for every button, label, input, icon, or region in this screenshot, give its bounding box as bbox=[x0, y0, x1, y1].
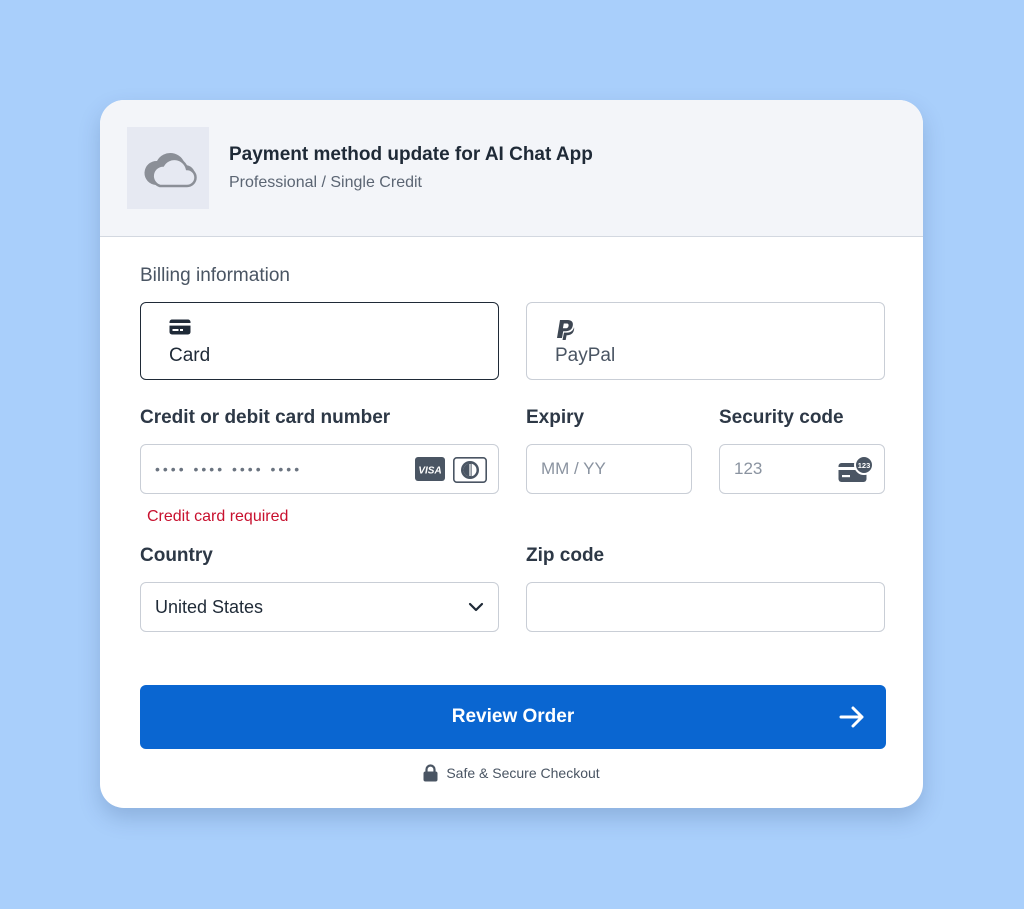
expiry-placeholder: MM / YY bbox=[541, 459, 606, 478]
review-order-label: Review Order bbox=[451, 706, 575, 727]
card-number-error: Credit card required bbox=[147, 508, 289, 525]
app-logo bbox=[127, 127, 209, 209]
country-label: Country bbox=[140, 545, 213, 566]
security-code-icon: 123 bbox=[838, 456, 874, 482]
page-title: Payment method update for AI Chat App bbox=[229, 144, 593, 165]
lock-icon bbox=[423, 764, 438, 782]
plan-subtitle: Professional / Single Credit bbox=[229, 174, 422, 191]
review-order-button[interactable]: Review Order bbox=[140, 685, 886, 749]
expiry-label: Expiry bbox=[526, 407, 585, 428]
card-number-label: Credit or debit card number bbox=[140, 407, 391, 428]
payment-method-paypal[interactable]: PayPal bbox=[526, 302, 885, 380]
security-code-label: Security code bbox=[719, 407, 844, 428]
secure-checkout-note: Safe & Secure Checkout bbox=[100, 764, 923, 782]
security-code-input[interactable]: 123 123 bbox=[719, 444, 885, 494]
payment-method-card[interactable]: Card bbox=[140, 302, 499, 380]
paypal-icon bbox=[557, 320, 575, 340]
credit-card-icon bbox=[169, 319, 191, 335]
country-select[interactable]: United States bbox=[140, 582, 499, 632]
security-code-placeholder: 123 bbox=[734, 459, 763, 478]
card-number-placeholder: •••• •••• •••• •••• bbox=[155, 461, 303, 477]
zip-code-input[interactable] bbox=[526, 582, 885, 632]
chevron-down-icon bbox=[468, 602, 484, 612]
zip-code-label: Zip code bbox=[526, 545, 605, 566]
diners-club-icon bbox=[453, 457, 487, 483]
card-number-input[interactable]: •••• •••• •••• •••• VISA bbox=[140, 444, 499, 494]
arrow-right-icon bbox=[839, 706, 864, 728]
card-header: Payment method update for AI Chat App Pr… bbox=[100, 100, 923, 237]
svg-text:123: 123 bbox=[858, 461, 871, 470]
payment-method-paypal-label: PayPal bbox=[555, 345, 616, 366]
cloud-icon bbox=[144, 152, 197, 188]
country-value: United States bbox=[155, 596, 264, 617]
card-brand-icons: VISA bbox=[415, 457, 487, 483]
expiry-input[interactable]: MM / YY bbox=[526, 444, 692, 494]
payment-card: Payment method update for AI Chat App Pr… bbox=[100, 100, 923, 808]
svg-text:VISA: VISA bbox=[418, 466, 441, 477]
secure-checkout-text: Safe & Secure Checkout bbox=[446, 765, 600, 781]
payment-method-card-label: Card bbox=[169, 345, 211, 366]
visa-icon: VISA bbox=[415, 457, 445, 481]
billing-section-title: Billing information bbox=[140, 265, 290, 286]
